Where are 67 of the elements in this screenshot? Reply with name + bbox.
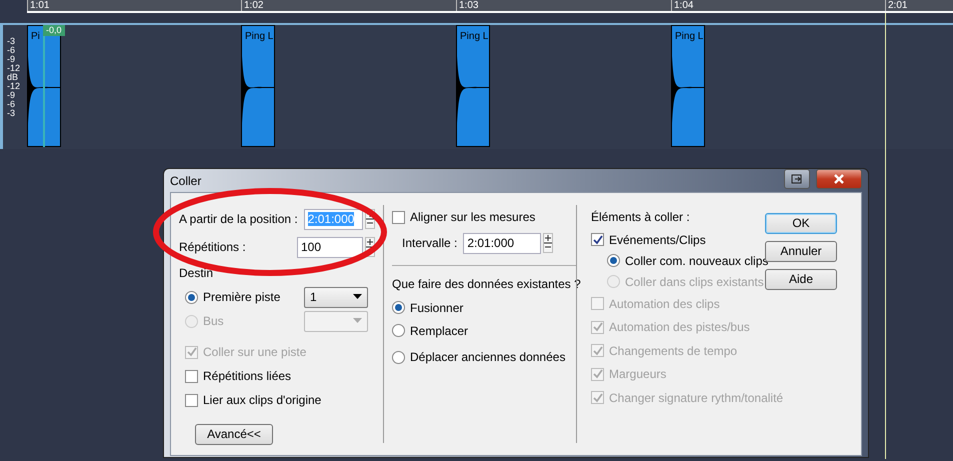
dialog-button[interactable]: OK <box>765 213 837 234</box>
radio-label: Bus <box>203 313 225 330</box>
radio-label: Première piste <box>203 289 282 306</box>
checkbox-label: Lier aux clips d'origine <box>203 392 322 409</box>
field-label: Répétitions : <box>179 239 247 256</box>
restore-button[interactable] <box>784 168 810 188</box>
close-icon <box>833 174 845 184</box>
ruler-label: 1:01 <box>27 0 50 11</box>
group-label: Éléments à coller : <box>591 209 690 226</box>
checkbox[interactable] <box>185 394 198 406</box>
input-field[interactable]: 100 <box>297 236 363 258</box>
audio-clip[interactable]: Ping L <box>456 25 490 147</box>
checkbox-label: Répétitions liées <box>203 368 292 385</box>
group-label: Destin <box>179 265 214 282</box>
clip-label: Ping L <box>244 30 274 44</box>
checkbox-label: Evénements/Clips <box>609 232 706 248</box>
audio-clip[interactable]: Ping L <box>671 25 705 147</box>
radio-button[interactable] <box>185 290 198 304</box>
clip-label: Pi <box>30 30 40 44</box>
field-label: Intervalle : <box>402 235 458 252</box>
checkbox-label: Margueurs <box>609 366 666 384</box>
checkbox-label: Automation des pistes/bus <box>609 319 750 336</box>
checkbox[interactable] <box>392 210 405 224</box>
radio-label: Déplacer anciennes données <box>410 349 566 366</box>
caret-icon <box>353 294 362 300</box>
caret-icon <box>353 318 362 324</box>
db-scale-label: -3 <box>6 37 16 46</box>
input-field[interactable]: 2:01:000 <box>463 232 542 254</box>
radio-button[interactable] <box>392 324 405 337</box>
advanced-button[interactable]: Avancé<< <box>195 424 273 444</box>
radio-label: Remplacer <box>410 322 468 340</box>
db-scale-label: -6 <box>6 100 16 109</box>
audio-clip[interactable]: Ping L <box>241 25 275 147</box>
db-scale-label: -9 <box>6 55 16 64</box>
dialog-button[interactable]: Aide <box>765 269 837 290</box>
radio-label: Coller dans clips existants <box>625 274 764 290</box>
checkbox-label: Changer signature rythm/tonalité <box>609 390 784 407</box>
checkbox[interactable] <box>185 370 198 382</box>
ruler-label: 1:03 <box>456 0 478 11</box>
ruler-label: 1:04 <box>671 0 694 11</box>
checkbox-label: Changements de tempo <box>609 342 738 360</box>
clip-label: Ping L <box>459 30 488 44</box>
checkbox-label: Automation des clips <box>609 296 720 313</box>
db-scale-label: -9 <box>6 91 16 100</box>
dropdown[interactable]: 1 <box>304 286 368 308</box>
dialog-button[interactable]: Annuler <box>765 241 837 262</box>
db-scale-label: -3 <box>6 109 16 118</box>
close-button[interactable] <box>816 168 862 188</box>
db-scale-label: -6 <box>6 46 16 55</box>
window-title: Coller <box>170 172 202 190</box>
restore-icon <box>791 174 803 184</box>
field-label: A partir de la position : <box>179 211 298 228</box>
radio-label: Fusionner <box>410 300 464 316</box>
db-scale-label: -12 <box>6 82 22 91</box>
checkbox-label: Aligner sur les mesures <box>410 209 536 226</box>
radio-button[interactable] <box>392 301 405 314</box>
radio-button[interactable] <box>607 254 620 267</box>
db-scale-label: -12 <box>6 64 22 73</box>
ruler-label: 2:01 <box>885 0 908 11</box>
volume-tag: -0,0 <box>43 25 65 36</box>
db-scale-label: dB <box>6 73 20 82</box>
clip-label: Ping L <box>674 30 704 44</box>
ruler-label: 1:02 <box>241 0 264 11</box>
spin-buttons[interactable] <box>543 233 554 253</box>
checkbox-label: Coller sur une piste <box>203 344 306 361</box>
checkbox[interactable] <box>591 233 604 246</box>
radio-button[interactable] <box>392 350 405 364</box>
